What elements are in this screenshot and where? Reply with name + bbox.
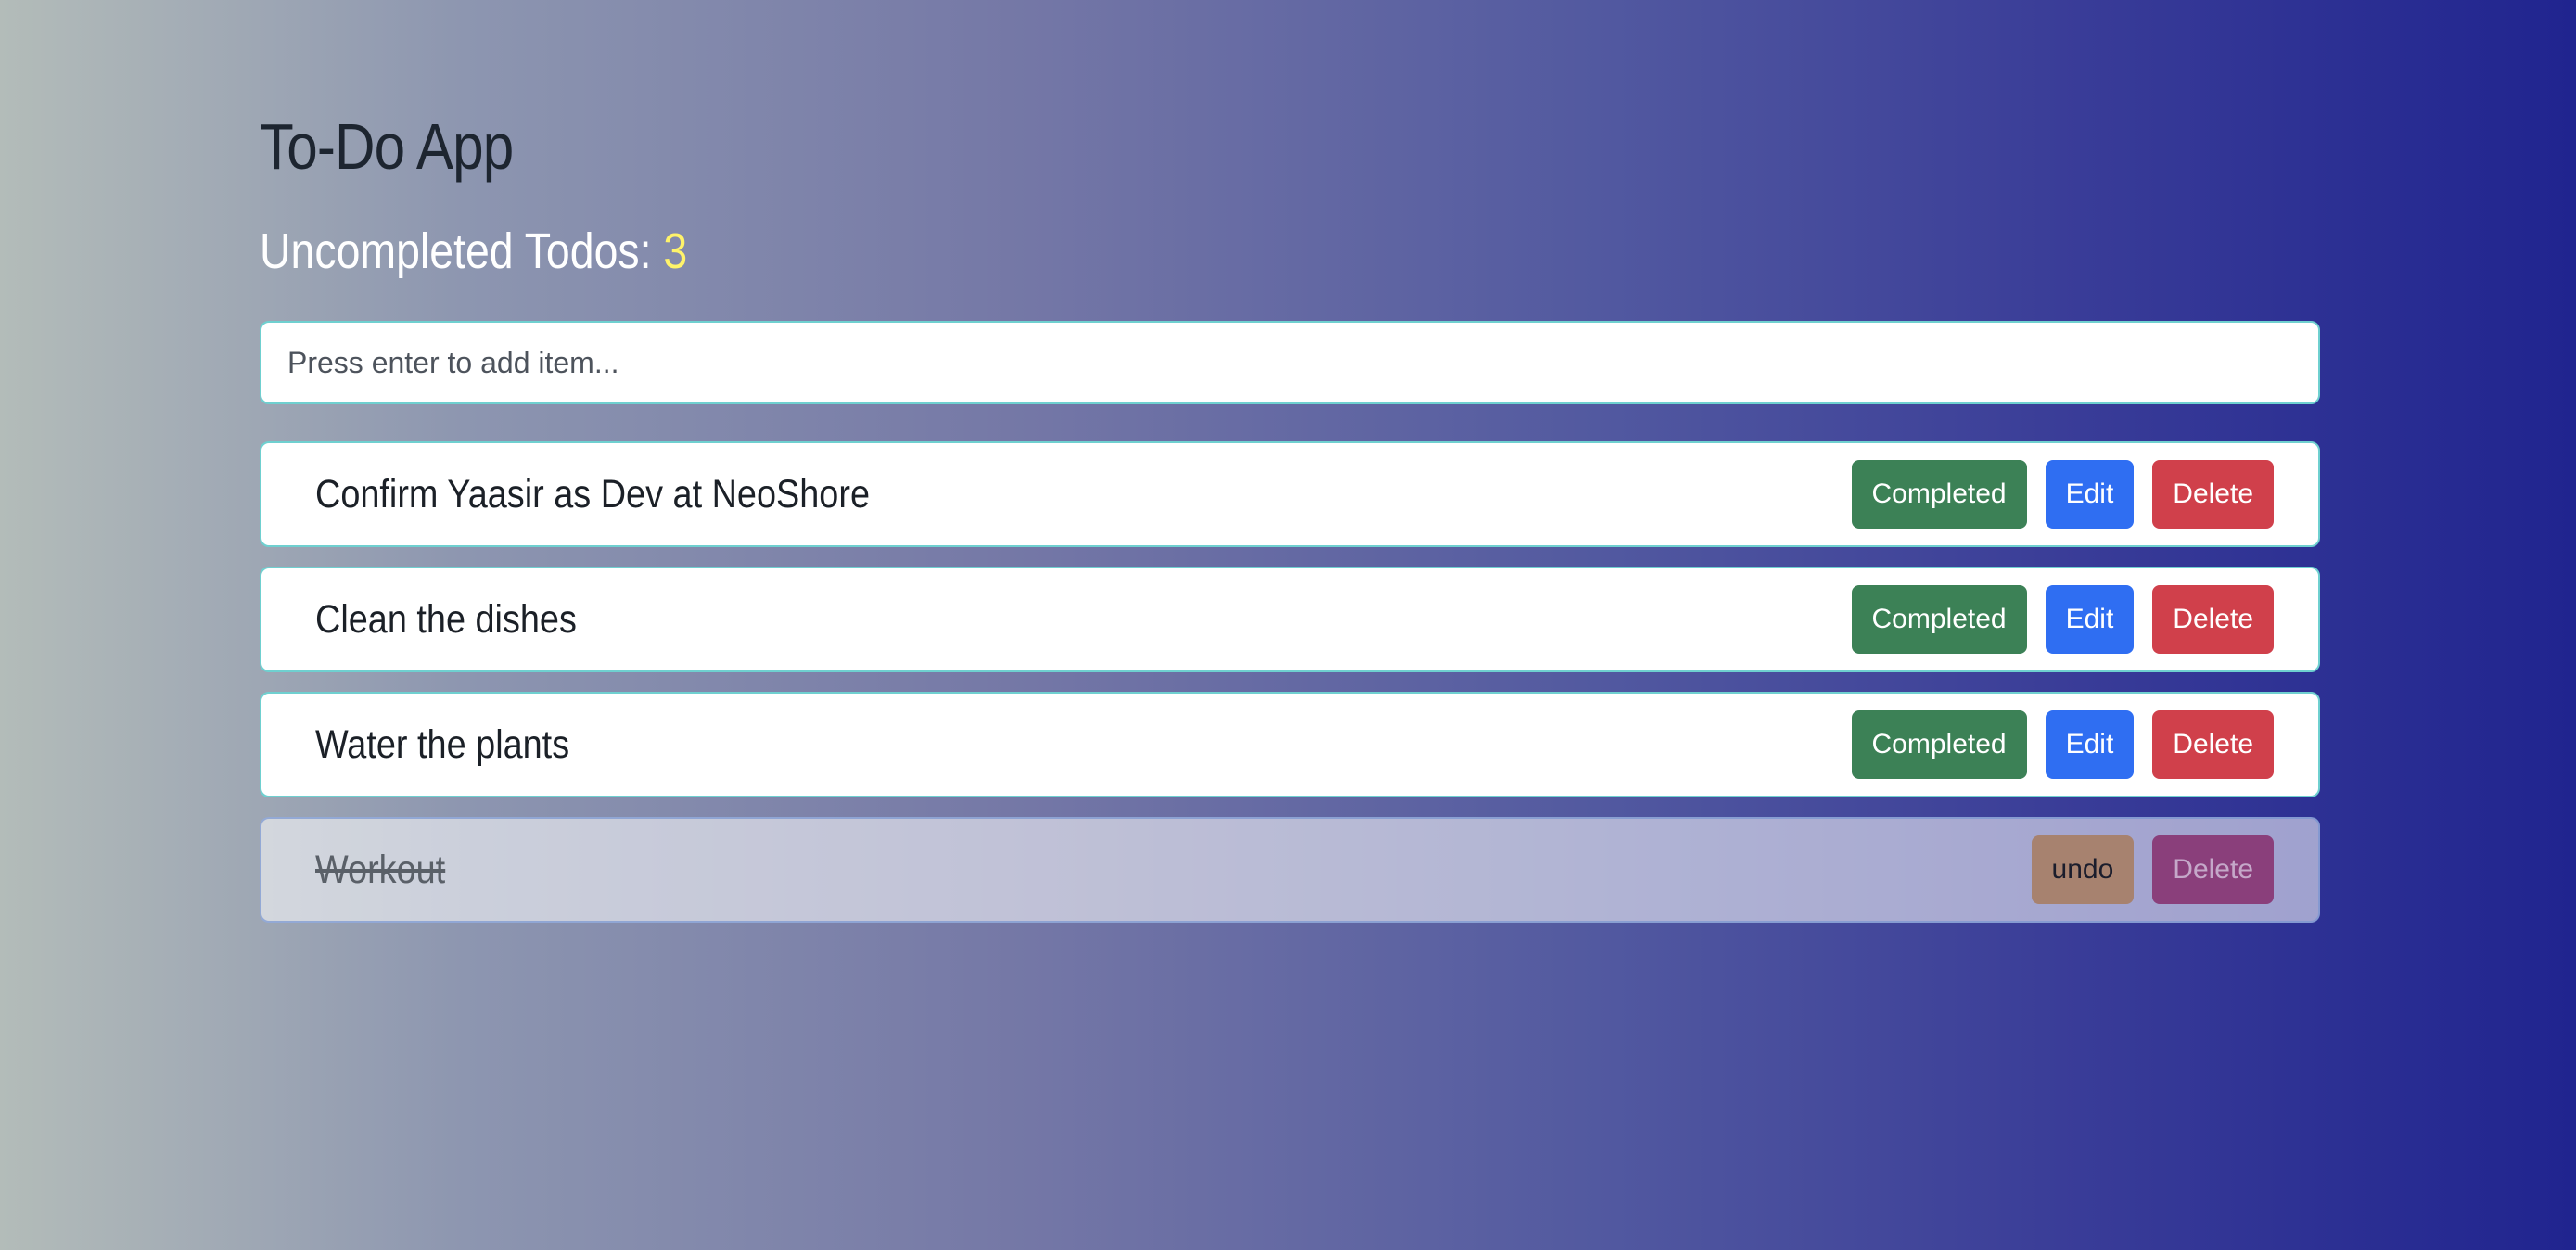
- todo-actions: undo Delete: [2031, 835, 2274, 904]
- edit-button[interactable]: Edit: [2045, 710, 2135, 779]
- todo-text: Water the plants: [315, 721, 570, 767]
- delete-button[interactable]: Delete: [2152, 585, 2274, 654]
- todo-list: Confirm Yaasir as Dev at NeoShore Comple…: [260, 441, 2320, 923]
- todo-text: Clean the dishes: [315, 596, 577, 642]
- delete-button[interactable]: Delete: [2152, 835, 2274, 904]
- counter-label: Uncompleted Todos:: [260, 223, 664, 279]
- todo-item-completed: Workout undo Delete: [260, 817, 2320, 923]
- delete-button[interactable]: Delete: [2152, 710, 2274, 779]
- app-title: To-Do App: [260, 110, 514, 183]
- todo-item: Clean the dishes Completed Edit Delete: [260, 567, 2320, 672]
- uncompleted-counter: Uncompleted Todos: 3: [260, 221, 2032, 282]
- undo-button[interactable]: undo: [2031, 835, 2135, 904]
- todo-actions: Completed Edit Delete: [1851, 585, 2274, 654]
- counter-value: 3: [663, 223, 688, 279]
- delete-button[interactable]: Delete: [2152, 460, 2274, 529]
- todo-item: Water the plants Completed Edit Delete: [260, 692, 2320, 797]
- completed-button[interactable]: Completed: [1851, 460, 2027, 529]
- completed-button[interactable]: Completed: [1851, 585, 2027, 654]
- edit-button[interactable]: Edit: [2045, 460, 2135, 529]
- todo-actions: Completed Edit Delete: [1851, 710, 2274, 779]
- todo-item: Confirm Yaasir as Dev at NeoShore Comple…: [260, 441, 2320, 547]
- edit-button[interactable]: Edit: [2045, 585, 2135, 654]
- todo-text: Confirm Yaasir as Dev at NeoShore: [315, 471, 871, 517]
- todo-actions: Completed Edit Delete: [1851, 460, 2274, 529]
- todo-text: Workout: [315, 847, 446, 892]
- completed-button[interactable]: Completed: [1851, 710, 2027, 779]
- add-item-input[interactable]: [260, 321, 2320, 404]
- todo-app: To-Do App Uncompleted Todos: 3 Confirm Y…: [260, 102, 2320, 942]
